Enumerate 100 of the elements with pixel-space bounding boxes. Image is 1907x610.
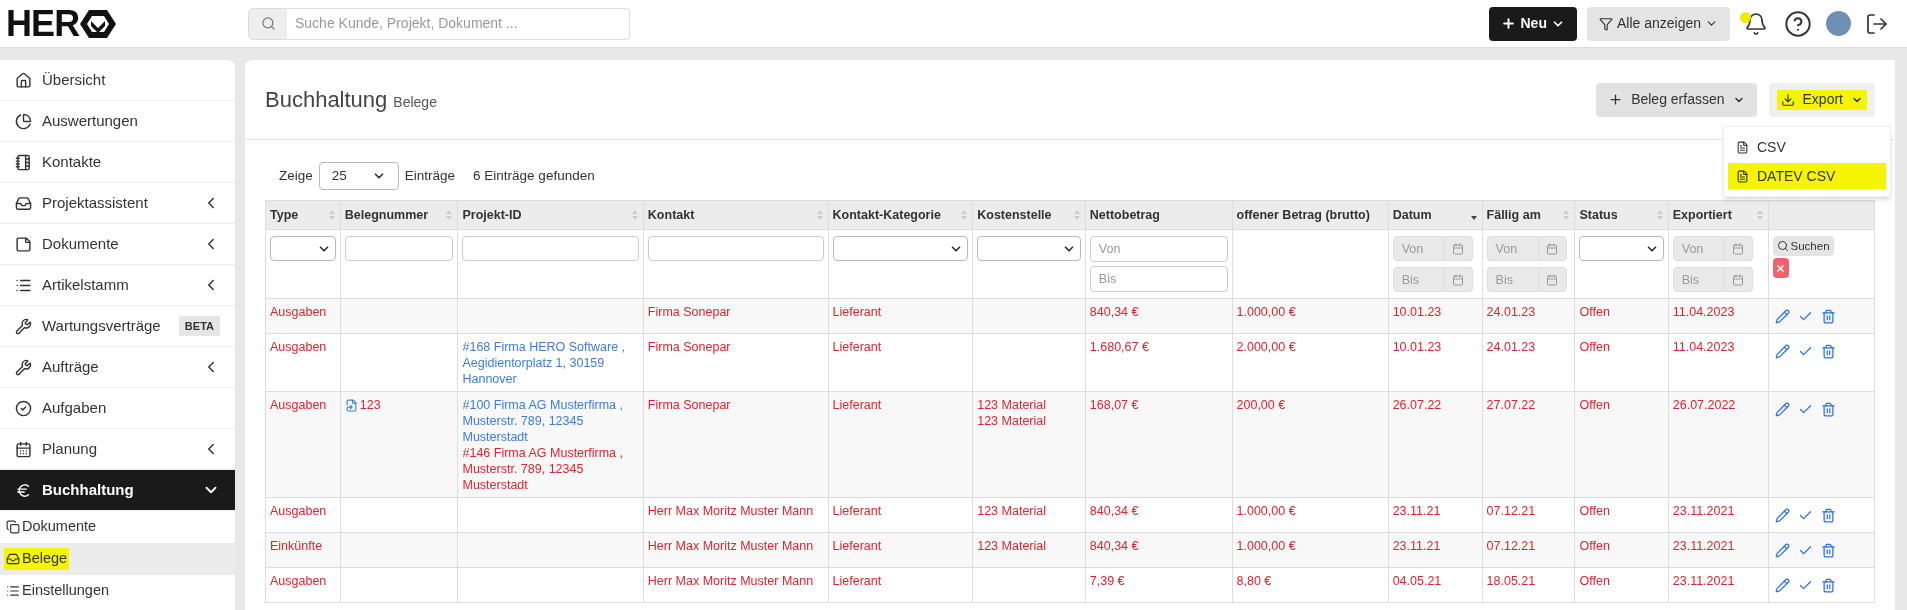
table-cell-text: 200,00 € <box>1236 398 1286 412</box>
calendar-icon <box>1452 242 1465 255</box>
edit-icon[interactable] <box>1774 309 1790 324</box>
sidebar-subitem[interactable]: Belege <box>0 543 235 575</box>
column-header[interactable]: Exportiert <box>1668 200 1769 230</box>
table-cell-text: 840,34 € <box>1089 504 1139 518</box>
beta-badge: BETA <box>178 315 220 337</box>
entries-found: 6 Einträge gefunden <box>473 166 595 185</box>
export-menu-item[interactable]: CSV <box>1728 134 1886 160</box>
calendar-icon <box>1546 242 1559 255</box>
sidebar-item[interactable]: Buchhaltung <box>0 470 235 511</box>
show-label: Zeige <box>279 166 313 185</box>
table-cell-text: 24.01.23 <box>1486 340 1536 354</box>
new-button[interactable]: Neu <box>1489 6 1577 41</box>
table-cell-text: 123 Material <box>977 397 1047 413</box>
sidebar-item[interactable]: Artikelstamm <box>0 265 235 306</box>
table-cell-text: 123 Material <box>977 504 1046 518</box>
table-cell-text: 10.01.23 <box>1392 340 1442 354</box>
filter-button[interactable]: Alle anzeigen <box>1586 6 1730 41</box>
column-header[interactable]: Kostenstelle <box>972 200 1086 230</box>
column-header[interactable]: Kontakt <box>643 200 829 230</box>
bell-icon <box>1744 11 1768 36</box>
table-cell-text: 07.12.21 <box>1486 539 1536 553</box>
table-cell-text: 04.05.21 <box>1392 574 1442 588</box>
sidebar-item[interactable]: Aufträge <box>0 347 235 388</box>
table-cell-text: Offen <box>1579 539 1610 553</box>
table-cell-text: 23.11.2021 <box>1672 574 1735 588</box>
menu-icon <box>15 317 32 335</box>
sidebar-item[interactable]: Aufgaben <box>0 388 235 429</box>
help-icon[interactable] <box>1784 9 1812 38</box>
table-cell-text: Lieferant <box>832 574 882 588</box>
search-field[interactable]: Suche Kunde, Projekt, Dokument ... <box>248 7 630 40</box>
add-receipt-button[interactable]: Beleg erfassen <box>1596 82 1757 117</box>
search-button[interactable]: Suchen <box>1772 236 1834 256</box>
menu-icon <box>15 481 32 499</box>
table-cell-text: 840,34 € <box>1089 305 1139 319</box>
sidebar-item[interactable]: Kontakte <box>0 142 235 183</box>
column-header[interactable]: Projekt-ID <box>458 200 644 230</box>
download-icon <box>1780 92 1795 107</box>
table-cell-text: 123 <box>359 397 381 413</box>
delete-icon[interactable] <box>1820 543 1836 558</box>
project-text: #146 Firma AG Musterfirma , Musterstr. 789, 12345 Musterstadt <box>462 445 624 493</box>
export-button[interactable]: Export <box>1776 89 1867 110</box>
delete-icon[interactable] <box>1820 578 1836 593</box>
table-cell-text: Firma Sonepar <box>647 398 731 412</box>
sidebar-item[interactable]: Auswertungen <box>0 101 235 142</box>
column-header[interactable]: Type <box>265 200 341 230</box>
filter-input[interactable] <box>344 236 454 261</box>
edit-icon[interactable] <box>1774 344 1790 359</box>
search-icon <box>260 16 276 31</box>
delete-icon[interactable] <box>1820 344 1836 359</box>
table-cell-text: 1.000,00 € <box>1236 504 1296 518</box>
table-cell-text: Firma Sonepar <box>647 305 731 319</box>
export-menu-item[interactable]: DATEV CSV <box>1728 163 1886 189</box>
table-cell-text: 1.000,00 € <box>1236 539 1296 553</box>
table-cell-text: Herr Max Moritz Muster Mann <box>647 574 814 588</box>
sidebar-item[interactable]: Dokumente <box>0 224 235 265</box>
page-size-select[interactable]: 25 <box>318 162 399 190</box>
table-cell-text: Lieferant <box>832 340 882 354</box>
calendar-icon <box>1452 273 1465 286</box>
menu-icon <box>15 235 32 253</box>
column-header[interactable]: offener Betrag (brutto) <box>1232 200 1389 230</box>
search-input[interactable]: Suche Kunde, Projekt, Dokument ... <box>287 8 629 39</box>
delete-icon[interactable] <box>1820 402 1836 417</box>
delete-icon[interactable] <box>1820 309 1836 324</box>
delete-icon[interactable] <box>1820 508 1836 523</box>
sidebar-item[interactable]: Projektassistent <box>0 183 235 224</box>
table-cell-text: Ausgaben <box>270 574 327 588</box>
filter-icon <box>1598 16 1613 31</box>
edit-icon[interactable] <box>1774 578 1790 593</box>
sidebar-subitem[interactable]: Dokumente <box>0 511 235 543</box>
table-cell-text: 168,07 € <box>1089 398 1139 412</box>
column-header[interactable]: Datum <box>1388 200 1483 230</box>
column-header[interactable]: Fällig am <box>1482 200 1575 230</box>
clear-filter-button[interactable] <box>1772 258 1789 278</box>
table-cell-text: Offen <box>1579 398 1610 412</box>
edit-icon[interactable] <box>1774 402 1790 417</box>
column-header[interactable]: Belegnummer <box>340 200 458 230</box>
menu-icon <box>15 112 32 130</box>
sidebar-subitem[interactable]: Einstellungen <box>0 575 235 607</box>
column-header[interactable]: Status <box>1575 200 1669 230</box>
column-header[interactable]: Kontakt-Kategorie <box>828 200 973 230</box>
table-cell-text: 11.04.2023 <box>1672 305 1735 319</box>
filter-input[interactable] <box>462 236 639 261</box>
filter-input[interactable] <box>647 236 824 261</box>
menu-icon <box>15 194 32 212</box>
avatar[interactable] <box>1826 11 1851 36</box>
table-cell-text: Offen <box>1579 340 1610 354</box>
page-title: Buchhaltung <box>265 86 388 114</box>
submenu-icon <box>6 552 20 566</box>
sidebar-item[interactable]: Übersicht <box>0 60 235 101</box>
sidebar-item[interactable]: Wartungsverträge BETA <box>0 306 235 347</box>
edit-icon[interactable] <box>1774 508 1790 523</box>
project-link[interactable]: #100 Firma AG Musterfirma , Musterstr. 789, 12345 Musterstadt <box>462 397 639 445</box>
edit-icon[interactable] <box>1774 543 1790 558</box>
table-cell-text: 26.07.22 <box>1392 398 1442 412</box>
column-header[interactable]: Nettobetrag <box>1085 200 1233 230</box>
table-cell-text: Lieferant <box>832 504 882 518</box>
logo-icon <box>79 7 118 40</box>
logout-icon[interactable] <box>1865 11 1889 36</box>
